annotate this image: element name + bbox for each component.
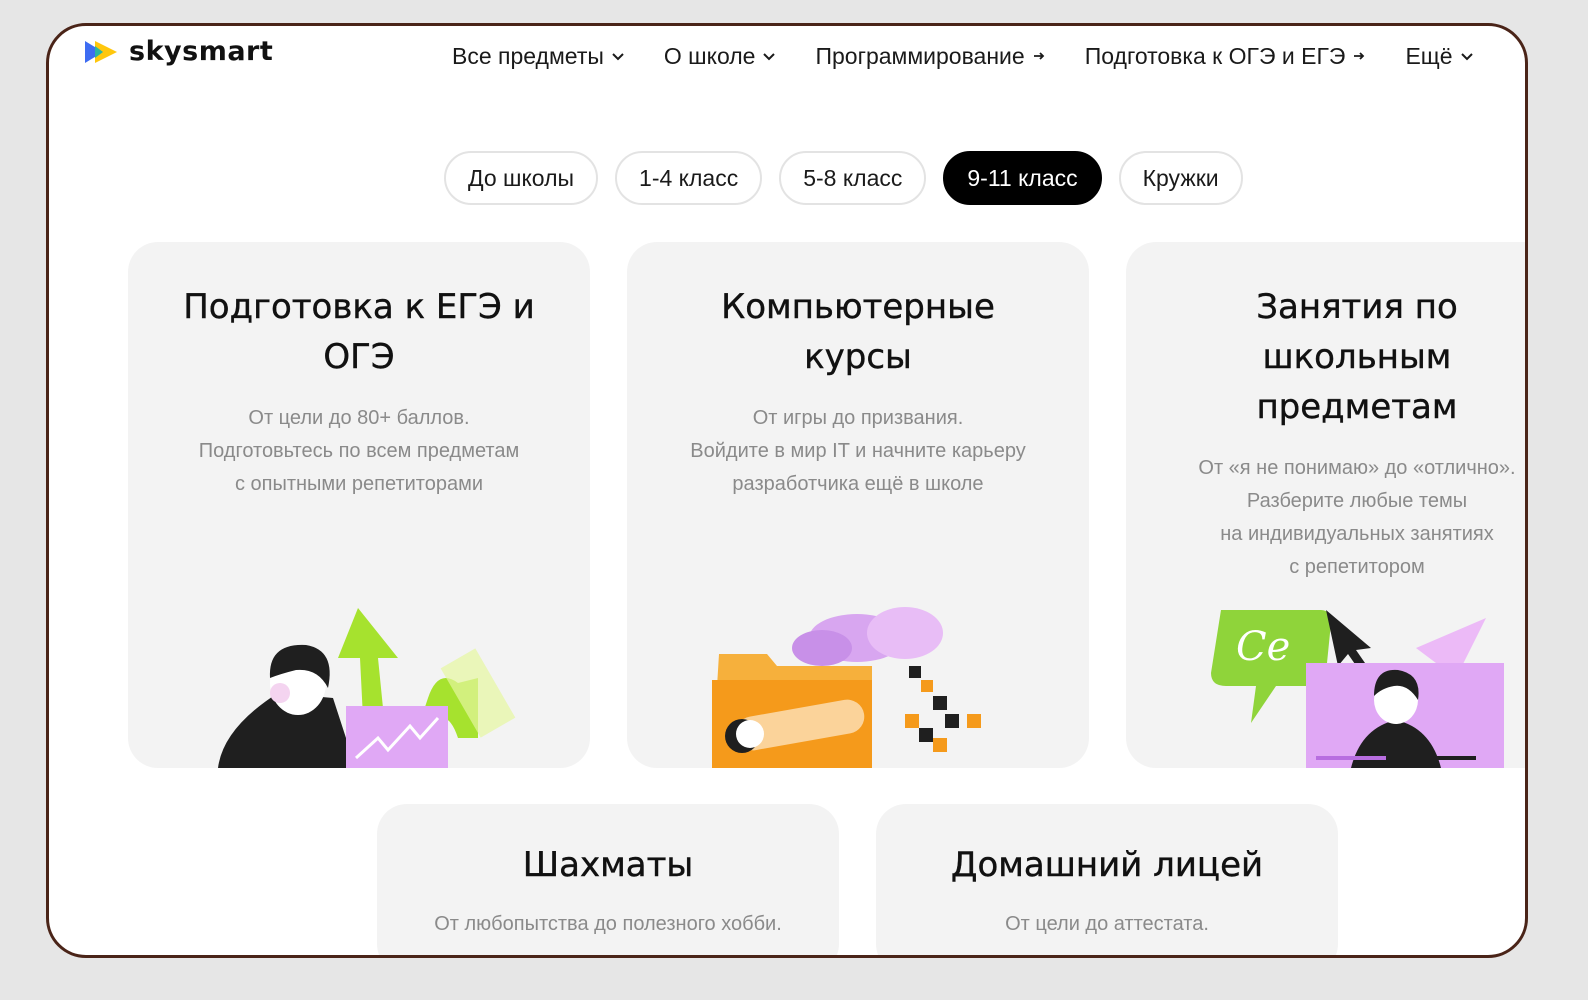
nav-all-subjects[interactable]: Все предметы bbox=[452, 43, 626, 70]
card-description: От цели до аттестата. bbox=[876, 908, 1338, 941]
card-description: От игры до призвания. Войдите в мир IT и… bbox=[627, 402, 1089, 501]
card-line: От цели до аттестата. bbox=[1005, 913, 1209, 935]
card-line: на индивидуальных занятиях bbox=[1220, 523, 1494, 545]
card-title: Занятия по школьным предметам bbox=[1256, 287, 1458, 427]
nav-programming[interactable]: Программирование bbox=[815, 43, 1046, 70]
card-title: Подготовка к ЕГЭ и ОГЭ bbox=[183, 287, 535, 377]
browser-frame: skysmart Все предметы О школе Программир… bbox=[46, 23, 1528, 958]
card-title: Шахматы bbox=[522, 845, 694, 885]
logo-play-icon bbox=[85, 40, 117, 63]
card-exam-prep[interactable]: Подготовка к ЕГЭ и ОГЭ От цели до 80+ ба… bbox=[128, 242, 590, 768]
card-line: От любопытства до полезного хобби. bbox=[434, 913, 782, 935]
arrow-right-icon bbox=[1354, 52, 1365, 60]
card-description: От «я не понимаю» до «отлично». Разберит… bbox=[1126, 452, 1525, 584]
card-title: Компьютерные курсы bbox=[721, 287, 995, 377]
tab-grade-1-4[interactable]: 1-4 класс bbox=[615, 151, 763, 205]
nav-more[interactable]: Ещё bbox=[1405, 43, 1474, 70]
tab-grade-9-11[interactable]: 9-11 класс bbox=[943, 151, 1102, 205]
card-chess[interactable]: Шахматы От любопытства до полезного хобб… bbox=[377, 804, 839, 955]
chevron-down-icon bbox=[1460, 53, 1473, 61]
card-home-lyceum[interactable]: Домашний лицей От цели до аттестата. bbox=[876, 804, 1338, 955]
nav-about-school[interactable]: О школе bbox=[664, 43, 778, 70]
tab-preschool[interactable]: До школы bbox=[444, 151, 599, 205]
folder-cloud-illustration bbox=[712, 607, 981, 768]
card-line: От «я не понимаю» до «отлично». bbox=[1198, 457, 1516, 479]
svg-text:Ce: Ce bbox=[1236, 624, 1290, 670]
card-line: Войдите в мир IT и начните карьеру bbox=[690, 440, 1026, 462]
arrow-right-icon bbox=[1033, 52, 1044, 60]
card-title: Домашний лицей bbox=[950, 845, 1264, 885]
card-description: От цели до 80+ баллов. Подготовьтесь по … bbox=[128, 402, 590, 501]
chevron-down-icon bbox=[763, 53, 776, 61]
card-line: разработчика ещё в школе bbox=[732, 473, 984, 495]
card-line: с репетитором bbox=[1289, 556, 1425, 578]
student-laptop-illustration bbox=[218, 608, 516, 768]
brand-name: skysmart bbox=[129, 36, 274, 67]
card-line: Подготовьтесь по всем предметам bbox=[198, 440, 520, 462]
card-line: с опытными репетиторами bbox=[234, 473, 484, 495]
nav-label: Все предметы bbox=[452, 42, 604, 69]
chevron-down-icon bbox=[612, 53, 624, 61]
tab-grade-5-8[interactable]: 5-8 класс bbox=[779, 151, 927, 205]
tab-clubs[interactable]: Кружки bbox=[1118, 151, 1243, 205]
nav-label: О школе bbox=[663, 42, 756, 69]
card-computer-courses[interactable]: Компьютерные курсы От игры до призвания.… bbox=[627, 242, 1089, 768]
nav-exam-prep[interactable]: Подготовка к ОГЭ и ЕГЭ bbox=[1085, 43, 1368, 70]
tutor-video-illustration: Ce bbox=[1211, 610, 1504, 768]
card-line: От цели до 80+ баллов. bbox=[248, 407, 470, 429]
card-school-subjects[interactable]: Занятия по школьным предметам От «я не п… bbox=[1126, 242, 1525, 768]
card-line: От игры до призвания. bbox=[752, 407, 964, 429]
nav-label: Подготовка к ОГЭ и ЕГЭ bbox=[1084, 42, 1346, 69]
card-line: Разберите любые темы bbox=[1246, 490, 1468, 512]
nav-label: Ещё bbox=[1405, 42, 1453, 69]
card-description: От любопытства до полезного хобби. bbox=[377, 908, 839, 941]
logo[interactable]: skysmart bbox=[83, 36, 273, 67]
grade-tabs: До школы 1-4 класс 5-8 класс 9-11 класс … bbox=[444, 151, 1243, 205]
top-nav: Все предметы О школе Программирование По… bbox=[452, 36, 1475, 76]
nav-label: Программирование bbox=[815, 42, 1025, 69]
